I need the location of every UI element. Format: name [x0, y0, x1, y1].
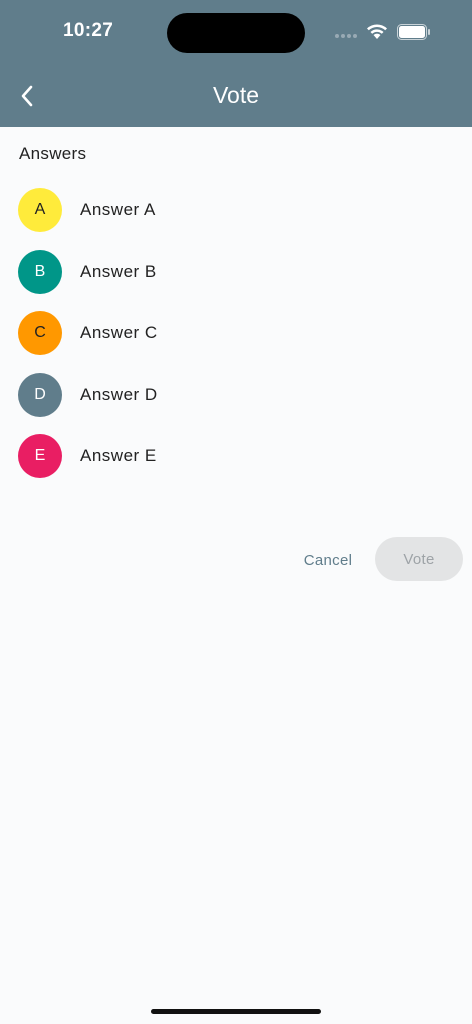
answer-option-a[interactable]: A Answer A	[18, 188, 458, 232]
vote-button[interactable]: Vote	[375, 537, 463, 581]
cellular-signal-icon	[335, 34, 357, 38]
answer-option-b[interactable]: B Answer B	[18, 249, 458, 294]
answer-label: Answer D	[80, 384, 158, 404]
answer-option-d[interactable]: D Answer D	[18, 372, 458, 417]
cancel-button[interactable]: Cancel	[294, 541, 362, 579]
answer-avatar: C	[18, 311, 62, 355]
answer-option-c[interactable]: C Answer C	[18, 311, 458, 355]
answer-option-e[interactable]: E Answer E	[18, 434, 458, 478]
battery-icon	[397, 24, 430, 40]
answer-avatar: B	[18, 249, 62, 294]
app-header: 10:27 Vote	[0, 0, 472, 127]
wifi-icon	[367, 24, 387, 39]
answer-label: Answer C	[80, 323, 158, 342]
answer-avatar: D	[18, 372, 62, 417]
answer-label: Answer A	[80, 200, 156, 219]
answer-label: Answer E	[80, 446, 157, 465]
home-indicator	[151, 1009, 321, 1014]
answer-avatar: A	[18, 188, 62, 232]
answer-label: Answer B	[80, 261, 157, 281]
answer-avatar: E	[18, 434, 62, 478]
status-time: 10:27	[63, 20, 114, 41]
dynamic-island	[167, 13, 305, 53]
answers-section-label: Answers	[19, 144, 87, 163]
page-title: Vote	[212, 82, 260, 108]
answer-list: A Answer A B Answer B C Answer C D Answe…	[18, 188, 458, 496]
